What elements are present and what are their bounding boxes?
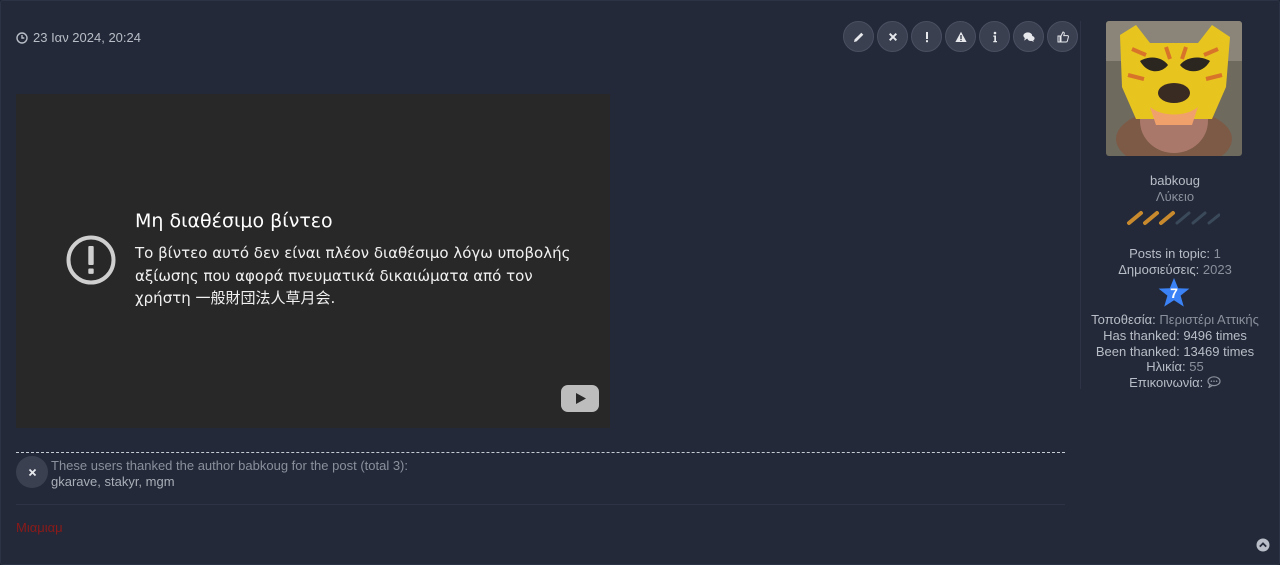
posts-in-topic: Posts in topic: 1 — [1129, 246, 1221, 261]
embedded-video[interactable]: Μη διαθέσιμο βίντεο Το βίντεο αυτό δεν ε… — [16, 94, 610, 428]
quote-button[interactable] — [1013, 21, 1044, 52]
signature-divider — [16, 504, 1065, 505]
avatar[interactable] — [1106, 21, 1242, 156]
close-icon — [888, 32, 897, 41]
been-thanked: Been thanked: 13469 times — [1095, 344, 1255, 359]
contact: Επικοινωνία: — [1081, 375, 1269, 390]
post-container: 23 Ιαν 2024, 20:24 Μη διαθέσιμο βίντεο Τ… — [0, 0, 1280, 565]
thanks-names[interactable]: gkarave, stakyr, mgm — [51, 474, 408, 490]
star-badge: 7 — [1157, 277, 1191, 309]
video-title: Μη διαθέσιμο βίντεο — [135, 210, 333, 232]
post-count: Δημοσιεύσεις: 2023 — [1118, 262, 1232, 277]
thanks-divider — [16, 452, 1065, 453]
tiger-mask-avatar-image — [1106, 21, 1242, 156]
remove-thanks-button[interactable] — [16, 456, 48, 488]
delete-button[interactable] — [877, 21, 908, 52]
location: Τοποθεσία: Περιστέρι Αττικής — [1091, 312, 1259, 327]
clock-icon — [16, 31, 28, 44]
report-button[interactable] — [911, 21, 942, 52]
info-button[interactable] — [979, 21, 1010, 52]
comments-icon — [1022, 31, 1035, 42]
has-thanked: Has thanked: 9496 times — [1103, 328, 1247, 343]
warn-button[interactable] — [945, 21, 976, 52]
age: Ηλικία: 55 — [1146, 359, 1204, 374]
edit-button[interactable] — [843, 21, 874, 52]
close-icon — [28, 468, 36, 476]
pencil-icon — [853, 32, 863, 42]
youtube-play-icon[interactable] — [561, 385, 599, 412]
speech-bubble-icon[interactable] — [1207, 376, 1221, 388]
thanks-summary: These users thanked the author babkoug f… — [51, 458, 408, 473]
post-buttons — [843, 21, 1078, 52]
post-profile: babkoug Λύκειο Posts in topic: 1 Δημοσιε… — [1080, 21, 1269, 390]
post-body: 23 Ιαν 2024, 20:24 Μη διαθέσιμο βίντεο Τ… — [16, 1, 1078, 565]
info-icon — [992, 31, 997, 42]
exclamation-icon — [925, 31, 928, 42]
post-date-text: 23 Ιαν 2024, 20:24 — [33, 30, 141, 45]
username[interactable]: babkoug — [1081, 173, 1269, 188]
thank-button[interactable] — [1047, 21, 1078, 52]
video-message: Το βίντεο αυτό δεν είναι πλέον διαθέσιμο… — [135, 244, 571, 307]
back-to-top-icon[interactable] — [1256, 538, 1270, 552]
warning-icon — [954, 31, 967, 42]
user-rank: Λύκειο — [1155, 189, 1195, 204]
thanks-list: These users thanked the author babkoug f… — [51, 458, 408, 490]
star-badge-number: 7 — [1170, 285, 1178, 301]
signature: Μιαμιαμ — [16, 520, 63, 535]
rank-pencils-icon — [1127, 211, 1220, 225]
alert-circle-icon — [66, 235, 116, 285]
thumbs-up-icon — [1057, 30, 1069, 42]
post-date: 23 Ιαν 2024, 20:24 — [16, 30, 141, 45]
